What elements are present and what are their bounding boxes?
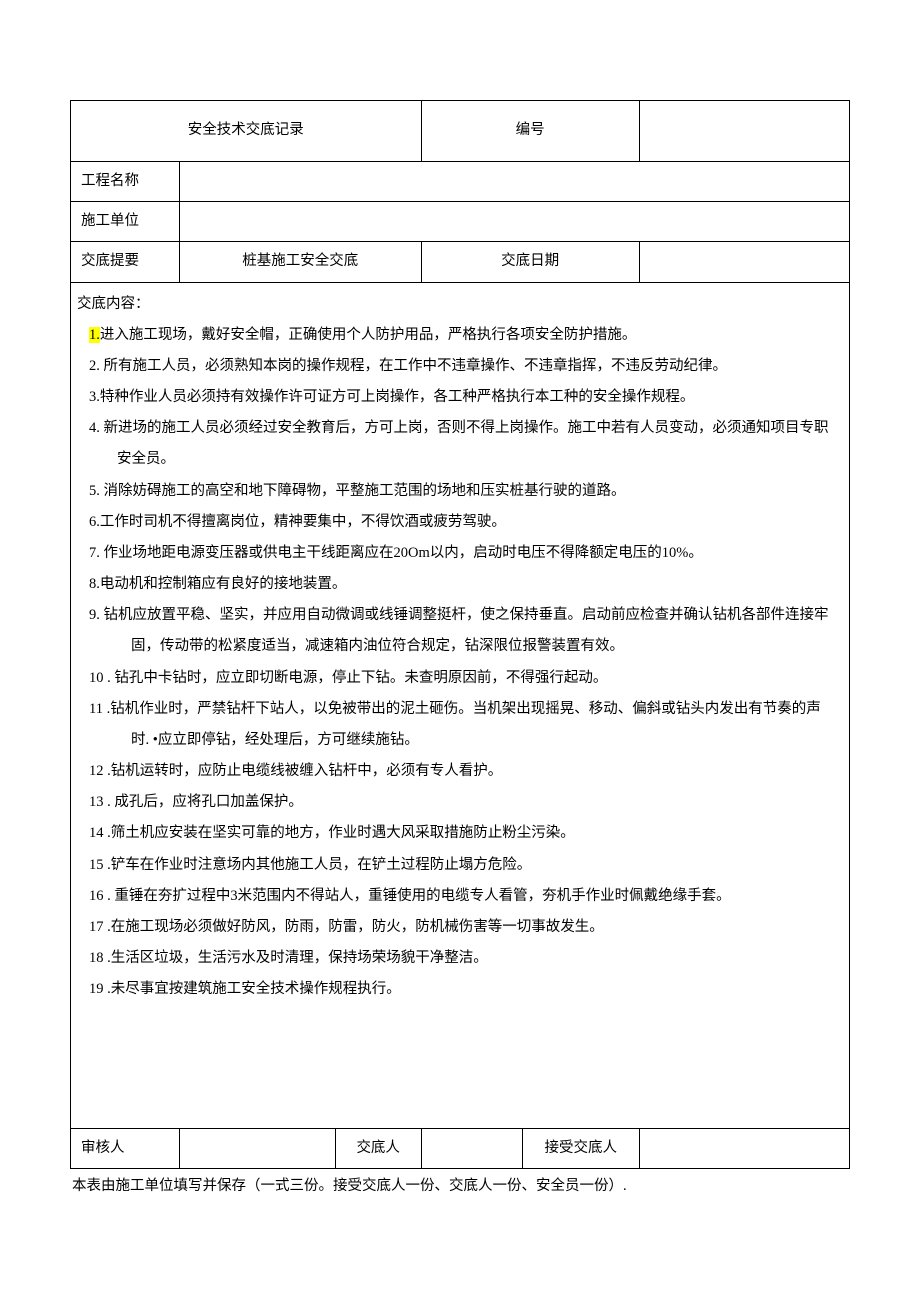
content-item-16: 16 . 重锤在夯扩过程中3米范围内不得站人，重锤使用的电缆专人看管，夯机手作业… (75, 881, 845, 912)
content-cell: 交底内容： 1.进入施工现场，戴好安全帽，正确使用个人防护用品，严格执行各项安全… (71, 282, 850, 1128)
content-item-19: 19 .未尽事宜按建筑施工安全技术操作规程执行。 (75, 974, 845, 1005)
content-item-12: 12 .钻机运转时，应防止电缆线被缠入钻杆中，必须有专人看护。 (75, 756, 845, 787)
signature-row: 审核人 交底人 接受交底人 (71, 1128, 850, 1168)
content-item-1: 1.进入施工现场，戴好安全帽，正确使用个人防护用品，严格执行各项安全防护措施。 (75, 320, 845, 351)
content-row: 交底内容： 1.进入施工现场，戴好安全帽，正确使用个人防护用品，严格执行各项安全… (71, 282, 850, 1128)
content-item-4a: 4. 新进场的施工人员必须经过安全教育后，方可上岗，否则不得上岗操作。施工中若有… (75, 413, 845, 444)
main-table: 安全技术交底记录 编号 工程名称 施工单位 交底提要 桩基施工安全交底 交底日期… (70, 100, 850, 1169)
project-name-value (180, 162, 850, 202)
project-name-label: 工程名称 (71, 162, 180, 202)
content-item-15: 15 .铲车在作业时注意场内其他施工人员，在铲土过程防止塌方危险。 (75, 850, 845, 881)
discloser-value (421, 1128, 522, 1168)
discloser-label: 交底人 (335, 1128, 421, 1168)
content-item-11a: 11 .钻机作业时，严禁钻杆下站人，以免被带出的泥土砸伤。当机架出现摇晃、移动、… (75, 694, 845, 725)
highlight-icon: 1. (89, 327, 100, 343)
content-item-17: 17 .在施工现场必须做好防风，防雨，防雷，防火，防机械伤害等一切事故发生。 (75, 912, 845, 943)
content-item-1-text: 进入施工现场，戴好安全帽，正确使用个人防护用品，严格执行各项安全防护措施。 (100, 327, 637, 343)
reviewer-value (180, 1128, 336, 1168)
date-label: 交底日期 (421, 242, 639, 282)
summary-value: 桩基施工安全交底 (180, 242, 421, 282)
content-item-9b: 固，传动带的松紧度适当，减速箱内油位符合规定，钻深限位报警装置有效。 (75, 631, 845, 662)
content-item-2: 2. 所有施工人员，必须熟知本岗的操作规程，在工作中不违章操作、不违章指挥，不违… (75, 351, 845, 382)
constructor-label: 施工单位 (71, 202, 180, 242)
blank-space (75, 1006, 845, 1098)
reviewer-label: 审核人 (71, 1128, 180, 1168)
footnote: 本表由施工单位填写并保存（一式三份。接受交底人一份、交底人一份、安全员一份）. (70, 1169, 850, 1198)
constructor-row: 施工单位 (71, 202, 850, 242)
content-item-13: 13 . 成孔后，应将孔口加盖保护。 (75, 787, 845, 818)
project-name-row: 工程名称 (71, 162, 850, 202)
content-item-4b: 安全员。 (75, 444, 845, 475)
summary-label: 交底提要 (71, 242, 180, 282)
title-row: 安全技术交底记录 编号 (71, 101, 850, 162)
content-item-5: 5. 消除妨碍施工的高空和地下障碍物，平整施工范围的场地和压实桩基行驶的道路。 (75, 476, 845, 507)
receiver-value (639, 1128, 849, 1168)
content-item-18: 18 .生活区垃圾，生活污水及时清理，保持场荣场貌干净整洁。 (75, 943, 845, 974)
content-item-3: 3.特种作业人员必须持有效操作许可证方可上岗操作，各工种严格执行本工种的安全操作… (75, 382, 845, 413)
content-item-8: 8.电动机和控制箱应有良好的接地装置。 (75, 569, 845, 600)
content-item-10: 10 . 钻孔中卡钻时，应立即切断电源，停止下钻。未查明原因前，不得强行起动。 (75, 663, 845, 694)
page: 安全技术交底记录 编号 工程名称 施工单位 交底提要 桩基施工安全交底 交底日期… (70, 0, 850, 1258)
content-heading: 交底内容： (75, 289, 845, 320)
date-value (639, 242, 849, 282)
serial-value (639, 101, 849, 162)
constructor-value (180, 202, 850, 242)
summary-row: 交底提要 桩基施工安全交底 交底日期 (71, 242, 850, 282)
content-item-7: 7. 作业场地距电源变压器或供电主干线距离应在20Om以内，启动时电压不得降额定… (75, 538, 845, 569)
receiver-label: 接受交底人 (522, 1128, 639, 1168)
content-item-9a: 9. 钻机应放置平稳、坚实，并应用自动微调或线锤调整挺杆，使之保持垂直。启动前应… (75, 600, 845, 631)
serial-label: 编号 (421, 101, 639, 162)
content-inner: 交底内容： 1.进入施工现场，戴好安全帽，正确使用个人防护用品，严格执行各项安全… (71, 283, 849, 1128)
doc-title: 安全技术交底记录 (71, 101, 422, 162)
content-item-14: 14 .筛土机应安装在坚实可靠的地方，作业时遇大风采取措施防止粉尘污染。 (75, 818, 845, 849)
content-item-11b: 时. •应立即停钻，经处理后，方可继续施钻。 (75, 725, 845, 756)
content-item-6: 6.工作时司机不得擅离岗位，精神要集中，不得饮酒或疲劳驾驶。 (75, 507, 845, 538)
